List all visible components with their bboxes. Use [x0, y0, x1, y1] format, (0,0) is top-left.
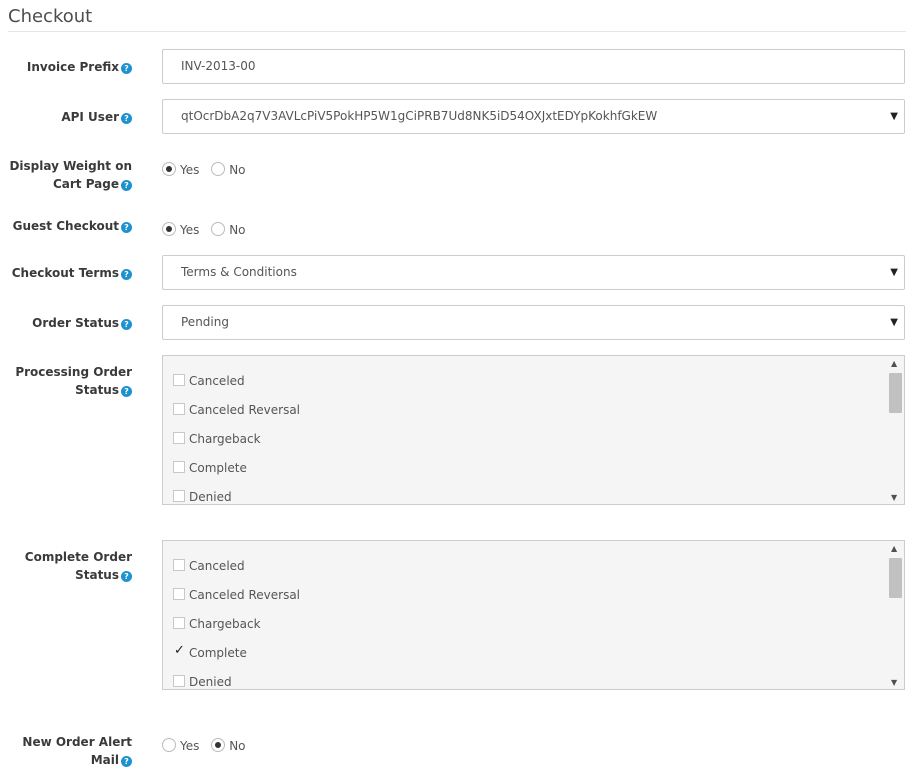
- list-item[interactable]: Complete: [173, 461, 300, 490]
- guest-checkout-label: Guest Checkout?: [2, 217, 132, 235]
- checkout-terms-label: Checkout Terms?: [2, 264, 132, 282]
- list-item[interactable]: Chargeback: [173, 617, 300, 646]
- display-weight-no-radio[interactable]: [211, 162, 226, 176]
- list-item[interactable]: Denied: [173, 675, 300, 689]
- checkout-terms-select[interactable]: Terms & Conditions ▼: [162, 255, 905, 290]
- new-order-alert-label: New Order Alert Mail?: [22, 735, 132, 767]
- complete-status-label: Complete Order Status?: [24, 550, 132, 582]
- help-icon: ?: [121, 319, 132, 330]
- new-order-alert-no-radio[interactable]: [211, 738, 226, 752]
- order-status-label: Order Status?: [2, 314, 132, 332]
- processing-status-label: Processing Order Status?: [15, 365, 132, 397]
- guest-checkout-radios: Yes No: [162, 222, 254, 237]
- legend-divider: [8, 31, 906, 32]
- new-order-alert-radios: Yes No: [162, 738, 254, 753]
- scroll-up-icon[interactable]: ▲: [891, 359, 897, 368]
- list-item[interactable]: Denied: [173, 490, 300, 504]
- complete-status-list[interactable]: Canceled Canceled Reversal Chargeback Co…: [162, 540, 905, 690]
- invoice-prefix-label: Invoice Prefix?: [2, 58, 132, 76]
- checkbox[interactable]: [173, 432, 185, 444]
- help-icon: ?: [121, 180, 132, 191]
- checkbox-checked[interactable]: [173, 643, 185, 658]
- scroll-up-icon[interactable]: ▲: [891, 544, 897, 553]
- checkbox[interactable]: [173, 490, 185, 502]
- scrollbar-thumb[interactable]: [889, 558, 902, 598]
- help-icon: ?: [121, 571, 132, 582]
- checkout-terms-value: Terms & Conditions: [181, 265, 297, 279]
- chevron-down-icon: ▼: [890, 111, 898, 122]
- checkbox[interactable]: [173, 588, 185, 600]
- scrollbar[interactable]: ▲ ▼: [887, 356, 904, 504]
- checkbox[interactable]: [173, 675, 185, 687]
- scrollbar[interactable]: ▲ ▼: [887, 541, 904, 689]
- checkbox[interactable]: [173, 374, 185, 386]
- chevron-down-icon: ▼: [890, 267, 898, 278]
- help-icon: ?: [121, 113, 132, 124]
- display-weight-yes-radio[interactable]: [162, 162, 176, 176]
- help-icon: ?: [121, 63, 132, 74]
- processing-status-list[interactable]: Canceled Canceled Reversal Chargeback Co…: [162, 355, 905, 505]
- order-status-select[interactable]: Pending ▼: [162, 305, 905, 340]
- api-user-select[interactable]: qtOcrDbA2q7V3AVLcPiV5PokHP5W1gCiPRB7Ud8N…: [162, 99, 905, 134]
- list-item[interactable]: Canceled: [173, 559, 300, 588]
- list-item[interactable]: Canceled Reversal: [173, 588, 300, 617]
- help-icon: ?: [121, 269, 132, 280]
- scroll-down-icon[interactable]: ▼: [891, 678, 897, 687]
- display-weight-radios: Yes No: [162, 162, 254, 177]
- scroll-down-icon[interactable]: ▼: [891, 493, 897, 502]
- new-order-alert-yes-radio[interactable]: [162, 738, 176, 752]
- guest-checkout-yes-radio[interactable]: [162, 222, 176, 236]
- help-icon: ?: [121, 386, 132, 397]
- help-icon: ?: [121, 222, 132, 233]
- checkbox[interactable]: [173, 403, 185, 415]
- checkbox[interactable]: [173, 461, 185, 473]
- scrollbar-thumb[interactable]: [889, 373, 902, 413]
- api-user-label: API User?: [2, 108, 132, 126]
- help-icon: ?: [121, 756, 132, 767]
- list-item[interactable]: Complete: [173, 643, 300, 675]
- checkbox[interactable]: [173, 617, 185, 629]
- chevron-down-icon: ▼: [890, 317, 898, 328]
- checkbox[interactable]: [173, 559, 185, 571]
- display-weight-label: Display Weight on Cart Page?: [9, 159, 132, 191]
- list-item[interactable]: Canceled: [173, 374, 300, 403]
- list-item[interactable]: Chargeback: [173, 432, 300, 461]
- order-status-value: Pending: [181, 315, 229, 329]
- invoice-prefix-input[interactable]: INV-2013-00: [162, 49, 905, 84]
- list-item[interactable]: Canceled Reversal: [173, 403, 300, 432]
- section-legend: Checkout: [8, 6, 93, 27]
- guest-checkout-no-radio[interactable]: [211, 222, 226, 236]
- api-user-value: qtOcrDbA2q7V3AVLcPiV5PokHP5W1gCiPRB7Ud8N…: [181, 109, 658, 123]
